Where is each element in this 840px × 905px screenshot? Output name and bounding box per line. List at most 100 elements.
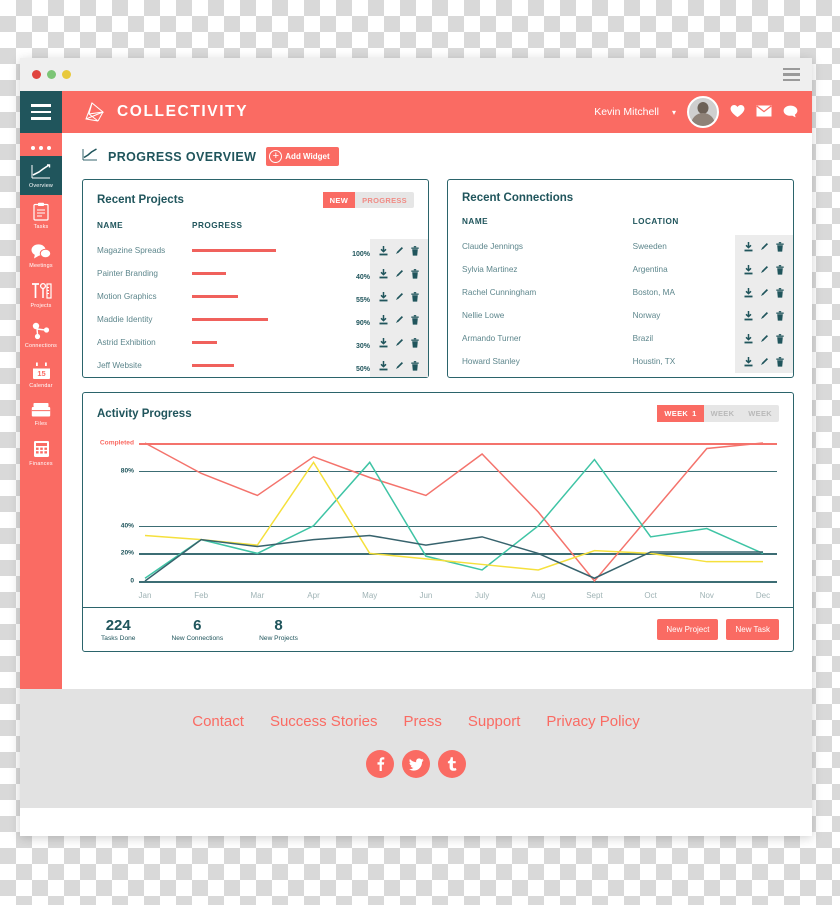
filter-progress-button[interactable]: PROGRESS	[355, 192, 414, 208]
new-project-button[interactable]: New Project	[657, 619, 719, 640]
edit-pencil-icon[interactable]	[395, 269, 404, 278]
sidebar-toggle-hamburger-icon[interactable]	[20, 91, 62, 133]
footer-link[interactable]: Support	[468, 713, 521, 730]
tab-week-3[interactable]: WEEK	[741, 405, 779, 422]
table-row[interactable]: Armando Turner Brazil	[448, 327, 793, 350]
footer-link[interactable]: Privacy Policy	[546, 713, 639, 730]
tab-label: WEEK	[664, 409, 689, 418]
footer-link[interactable]: Press	[404, 713, 442, 730]
table-row[interactable]: Painter Branding 40%	[83, 262, 428, 285]
trash-icon[interactable]	[411, 360, 419, 371]
project-progress-value: 40%	[355, 273, 370, 281]
tab-week-1[interactable]: WEEK 1	[657, 405, 704, 422]
stat-label: New Projects	[259, 635, 298, 642]
user-name[interactable]: Kevin Mitchell	[594, 106, 659, 118]
trash-icon[interactable]	[411, 268, 419, 279]
download-icon[interactable]	[744, 333, 753, 344]
tab-week-2[interactable]: WEEK	[704, 405, 742, 422]
chevron-down-icon[interactable]: ▾	[672, 108, 676, 117]
trash-icon[interactable]	[411, 245, 419, 256]
download-icon[interactable]	[379, 314, 388, 325]
edit-pencil-icon[interactable]	[395, 315, 404, 324]
chat-icon[interactable]	[783, 105, 798, 120]
brand[interactable]: COLLECTIVITY	[82, 99, 248, 125]
table-row[interactable]: Astrid Exhibition 30%	[83, 331, 428, 354]
table-row[interactable]: Rachel Cunningham Boston, MA	[448, 281, 793, 304]
tab-label: WEEK	[710, 409, 735, 418]
trash-icon[interactable]	[776, 356, 784, 367]
cards-row: Recent Projects NEW PROGRESS NAME PROGRE…	[82, 179, 794, 378]
table-row[interactable]: Sylvia Martinez Argentina	[448, 258, 793, 281]
chart-x-tick-label: Feb	[194, 591, 209, 600]
facebook-icon[interactable]	[366, 750, 394, 778]
edit-pencil-icon[interactable]	[760, 311, 769, 320]
tab-number: 1	[692, 409, 697, 418]
download-icon[interactable]	[744, 356, 753, 367]
edit-pencil-icon[interactable]	[760, 265, 769, 274]
footer-link[interactable]: Contact	[192, 713, 244, 730]
table-row[interactable]: Jeff Website 50%	[83, 354, 428, 377]
edit-pencil-icon[interactable]	[760, 242, 769, 251]
sidebar-item-connections[interactable]: Connections	[20, 315, 62, 355]
sidebar-item-calendar[interactable]: 15 Calendar	[20, 355, 62, 395]
row-actions	[370, 262, 428, 285]
table-row[interactable]: Maddie Identity 90%	[83, 308, 428, 331]
envelope-icon[interactable]	[756, 105, 772, 119]
trash-icon[interactable]	[411, 291, 419, 302]
download-icon[interactable]	[744, 287, 753, 298]
edit-pencil-icon[interactable]	[760, 288, 769, 297]
download-icon[interactable]	[379, 268, 388, 279]
maximize-dot[interactable]	[62, 70, 71, 79]
edit-pencil-icon[interactable]	[395, 338, 404, 347]
connection-name: Armando Turner	[462, 334, 522, 343]
table-row[interactable]: Motion Graphics 55%	[83, 285, 428, 308]
trash-icon[interactable]	[776, 287, 784, 298]
download-icon[interactable]	[379, 291, 388, 302]
sidebar-item-tasks[interactable]: Tasks	[20, 195, 62, 236]
tumblr-icon[interactable]	[438, 750, 466, 778]
tools-icon	[31, 282, 52, 300]
project-name: Motion Graphics	[97, 292, 157, 301]
new-task-button[interactable]: New Task	[726, 619, 779, 640]
download-icon[interactable]	[744, 310, 753, 321]
edit-pencil-icon[interactable]	[395, 292, 404, 301]
stat-tasks-done: 224 Tasks Done	[101, 617, 135, 642]
trash-icon[interactable]	[776, 333, 784, 344]
heart-icon[interactable]	[730, 104, 745, 120]
footer-link[interactable]: Success Stories	[270, 713, 378, 730]
sidebar-item-finances[interactable]: Finances	[20, 433, 62, 473]
filter-new-button[interactable]: NEW	[322, 192, 356, 208]
browser-menu-icon[interactable]	[783, 67, 800, 82]
edit-pencil-icon[interactable]	[760, 357, 769, 366]
table-row[interactable]: Claude Jennings Sweeden	[448, 235, 793, 258]
chart-line-series-teal	[144, 458, 764, 579]
table-row[interactable]: Howard Stanley Houstin, TX	[448, 350, 793, 373]
download-icon[interactable]	[744, 264, 753, 275]
collectivity-logo-icon	[82, 99, 108, 125]
connection-name: Howard Stanley	[462, 357, 520, 366]
trash-icon[interactable]	[776, 264, 784, 275]
sidebar-item-projects[interactable]: Projects	[20, 275, 62, 315]
edit-pencil-icon[interactable]	[395, 246, 404, 255]
edit-pencil-icon[interactable]	[760, 334, 769, 343]
download-icon[interactable]	[379, 245, 388, 256]
sidebar-item-overview[interactable]: Overview	[20, 156, 62, 195]
trash-icon[interactable]	[776, 241, 784, 252]
twitter-icon[interactable]	[402, 750, 430, 778]
trash-icon[interactable]	[776, 310, 784, 321]
sidebar-item-files[interactable]: Files	[20, 395, 62, 433]
avatar[interactable]	[687, 96, 719, 128]
download-icon[interactable]	[379, 337, 388, 348]
sidebar-item-meetings[interactable]: Meetings	[20, 236, 62, 275]
download-icon[interactable]	[379, 360, 388, 371]
add-widget-button[interactable]: + Add Widget	[266, 147, 339, 166]
minimize-dot[interactable]	[47, 70, 56, 79]
table-row[interactable]: Magazine Spreads 100%	[83, 239, 428, 262]
trash-icon[interactable]	[411, 314, 419, 325]
chart-x-tick-label: May	[362, 591, 378, 600]
download-icon[interactable]	[744, 241, 753, 252]
edit-pencil-icon[interactable]	[395, 361, 404, 370]
close-dot[interactable]	[32, 70, 41, 79]
table-row[interactable]: Nellie Lowe Norway	[448, 304, 793, 327]
trash-icon[interactable]	[411, 337, 419, 348]
